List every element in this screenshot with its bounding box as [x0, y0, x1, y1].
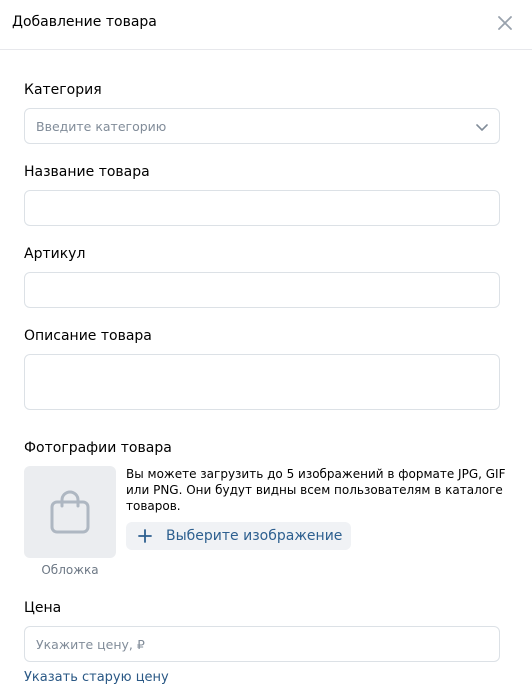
cover-label: Обложка: [41, 563, 99, 577]
price-label: Цена: [24, 600, 62, 616]
price-field[interactable]: [24, 626, 500, 662]
modal-title: Добавление товара: [12, 14, 157, 30]
product-name-input[interactable]: [25, 191, 499, 225]
chevron-down-icon: [476, 124, 488, 131]
category-input[interactable]: [25, 109, 499, 143]
choose-image-label: Выберите изображение: [166, 528, 343, 544]
modal-header: Добавление товара: [0, 0, 532, 50]
sku-label: Артикул: [24, 246, 86, 262]
price-input[interactable]: [25, 627, 499, 661]
sku-input[interactable]: [25, 273, 499, 307]
plus-icon: [138, 529, 152, 543]
category-label: Категория: [24, 82, 102, 98]
description-textarea[interactable]: [25, 355, 499, 409]
cover-photo-slot[interactable]: [24, 466, 116, 558]
description-label: Описание товара: [24, 328, 152, 344]
photos-description: Вы можете загрузить до 5 изображений в ф…: [126, 467, 506, 513]
close-icon: [498, 16, 512, 30]
photos-label: Фотографии товара: [24, 440, 172, 456]
product-name-label: Название товара: [24, 164, 150, 180]
product-name-field[interactable]: [24, 190, 500, 226]
sku-field[interactable]: [24, 272, 500, 308]
category-select[interactable]: [24, 108, 500, 144]
shopping-bag-icon: [50, 490, 90, 534]
choose-image-button[interactable]: Выберите изображение: [126, 522, 351, 550]
old-price-link[interactable]: Указать старую цену: [24, 669, 169, 686]
close-button[interactable]: [494, 12, 516, 34]
description-field[interactable]: [24, 354, 500, 410]
